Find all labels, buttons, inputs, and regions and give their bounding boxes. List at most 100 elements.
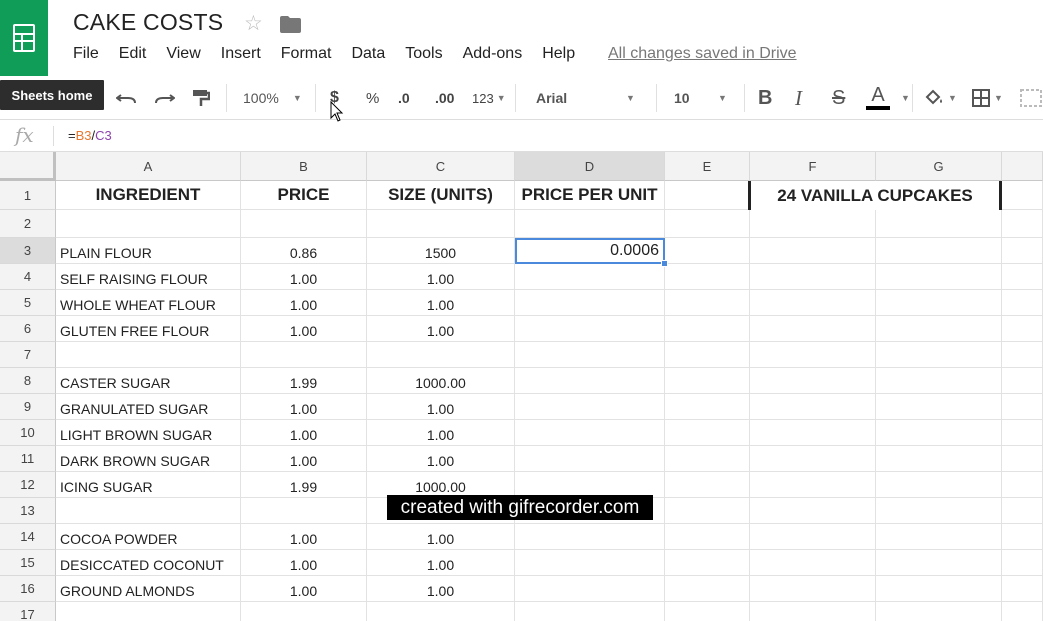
menu-help[interactable]: Help <box>542 45 575 67</box>
cell-b1[interactable]: PRICE <box>241 181 367 210</box>
cell-g16[interactable] <box>876 576 1002 602</box>
cell-b10[interactable]: 1.00 <box>241 420 367 446</box>
cell-g17[interactable] <box>876 602 1002 621</box>
cell-b6[interactable]: 1.00 <box>241 316 367 342</box>
cell-b8[interactable]: 1.99 <box>241 368 367 394</box>
cell-f12[interactable] <box>750 472 876 498</box>
cell-a15[interactable]: DESICCATED COCONUT <box>56 550 241 576</box>
menu-edit[interactable]: Edit <box>119 45 147 67</box>
cell-g4[interactable] <box>876 264 1002 290</box>
undo-icon[interactable] <box>116 76 138 120</box>
cell-g9[interactable] <box>876 394 1002 420</box>
cell-e13[interactable] <box>665 498 750 524</box>
column-header-b[interactable]: B <box>241 152 367 181</box>
redo-icon[interactable] <box>153 76 175 120</box>
cell-c14[interactable]: 1.00 <box>367 524 515 550</box>
column-header-f[interactable]: F <box>750 152 876 181</box>
cell-f17[interactable] <box>750 602 876 621</box>
menu-file[interactable]: File <box>73 45 99 67</box>
cell-f7[interactable] <box>750 342 876 368</box>
cell-e7[interactable] <box>665 342 750 368</box>
cell-d9[interactable] <box>515 394 665 420</box>
formula-input[interactable]: =B3/C3 <box>68 128 112 143</box>
select-all-corner[interactable] <box>0 152 56 181</box>
sheets-home-logo[interactable] <box>0 0 48 76</box>
cell-e14[interactable] <box>665 524 750 550</box>
cell-e1[interactable] <box>665 181 750 210</box>
cell-d14[interactable] <box>515 524 665 550</box>
cell-a9[interactable]: GRANULATED SUGAR <box>56 394 241 420</box>
row-header-4[interactable]: 4 <box>0 264 56 290</box>
cell-g11[interactable] <box>876 446 1002 472</box>
cell-f5[interactable] <box>750 290 876 316</box>
column-header-c[interactable]: C <box>367 152 515 181</box>
cell-b14[interactable]: 1.00 <box>241 524 367 550</box>
cell-e16[interactable] <box>665 576 750 602</box>
cell-a10[interactable]: LIGHT BROWN SUGAR <box>56 420 241 446</box>
cell-c11[interactable]: 1.00 <box>367 446 515 472</box>
cell-b13[interactable] <box>241 498 367 524</box>
cell-e15[interactable] <box>665 550 750 576</box>
percent-format-button[interactable]: % <box>366 76 379 120</box>
cell-a4[interactable]: SELF RAISING FLOUR <box>56 264 241 290</box>
cell-b16[interactable]: 1.00 <box>241 576 367 602</box>
row-header-14[interactable]: 14 <box>0 524 56 550</box>
cell-f6[interactable] <box>750 316 876 342</box>
more-formats-button[interactable]: 123 ▼ <box>472 76 506 120</box>
cell-a14[interactable]: COCOA POWDER <box>56 524 241 550</box>
cell-a1[interactable]: INGREDIENT <box>56 181 241 210</box>
save-status-link[interactable]: All changes saved in Drive <box>608 45 797 63</box>
cell-d7[interactable] <box>515 342 665 368</box>
column-header-a[interactable]: A <box>56 152 241 181</box>
strikethrough-button[interactable]: S <box>832 76 845 120</box>
bold-button[interactable]: B <box>758 76 772 120</box>
cell-c10[interactable]: 1.00 <box>367 420 515 446</box>
row-header-5[interactable]: 5 <box>0 290 56 316</box>
menu-view[interactable]: View <box>166 45 200 67</box>
cell-f2[interactable] <box>750 210 876 238</box>
cell-f3[interactable] <box>750 238 876 264</box>
cell-c16[interactable]: 1.00 <box>367 576 515 602</box>
cell-f14[interactable] <box>750 524 876 550</box>
cell-f9[interactable] <box>750 394 876 420</box>
merge-cells-icon[interactable] <box>1020 76 1042 120</box>
row-header-17[interactable]: 17 <box>0 602 56 621</box>
cell-f15[interactable] <box>750 550 876 576</box>
cell-b11[interactable]: 1.00 <box>241 446 367 472</box>
menu-insert[interactable]: Insert <box>221 45 261 67</box>
cell-e9[interactable] <box>665 394 750 420</box>
cell-c9[interactable]: 1.00 <box>367 394 515 420</box>
cell-f4[interactable] <box>750 264 876 290</box>
cell-g3[interactable] <box>876 238 1002 264</box>
cell-b4[interactable]: 1.00 <box>241 264 367 290</box>
cell-e2[interactable] <box>665 210 750 238</box>
row-header-7[interactable]: 7 <box>0 342 56 368</box>
cell-c4[interactable]: 1.00 <box>367 264 515 290</box>
italic-button[interactable]: I <box>795 76 802 120</box>
cell-e10[interactable] <box>665 420 750 446</box>
cell-d3[interactable]: 0.0006 <box>515 238 665 264</box>
cell-b2[interactable] <box>241 210 367 238</box>
cell-f16[interactable] <box>750 576 876 602</box>
column-header-d[interactable]: D <box>515 152 665 181</box>
cell-d15[interactable] <box>515 550 665 576</box>
font-family-select[interactable]: Arial ▼ <box>536 76 635 120</box>
row-header-3[interactable]: 3 <box>0 238 56 264</box>
cell-c1[interactable]: SIZE (UNITS) <box>367 181 515 210</box>
cell-a16[interactable]: GROUND ALMONDS <box>56 576 241 602</box>
cell-e4[interactable] <box>665 264 750 290</box>
cell-e8[interactable] <box>665 368 750 394</box>
cell-d8[interactable] <box>515 368 665 394</box>
cell-g12[interactable] <box>876 472 1002 498</box>
cell-c15[interactable]: 1.00 <box>367 550 515 576</box>
cell-d10[interactable] <box>515 420 665 446</box>
document-title[interactable]: CAKE COSTS <box>73 9 223 36</box>
row-header-10[interactable]: 10 <box>0 420 56 446</box>
decrease-decimal-button[interactable]: .0 <box>398 76 410 120</box>
cell-a11[interactable]: DARK BROWN SUGAR <box>56 446 241 472</box>
cell-g6[interactable] <box>876 316 1002 342</box>
menu-data[interactable]: Data <box>351 45 385 67</box>
cell-b17[interactable] <box>241 602 367 621</box>
cell-d2[interactable] <box>515 210 665 238</box>
cell-g15[interactable] <box>876 550 1002 576</box>
